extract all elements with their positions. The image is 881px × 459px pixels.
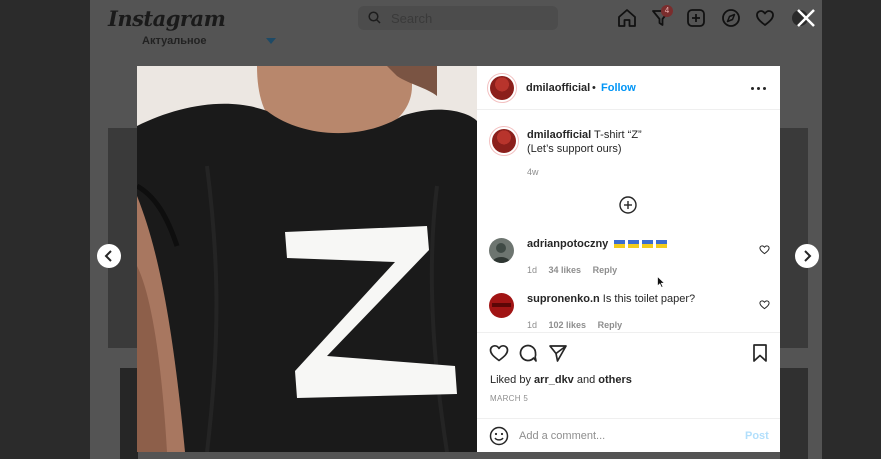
caption-text: dmilaofficial T-shirt “Z” (Let’s support… — [527, 128, 767, 156]
liked-by: Liked by arr_dkv and others — [490, 374, 632, 386]
mouse-cursor-icon — [657, 276, 665, 288]
comment-username[interactable]: supronenko.n — [527, 293, 600, 305]
comment-likes[interactable]: 102 likes — [549, 320, 587, 330]
post-actions: Liked by arr_dkv and others MARCH 5 — [477, 332, 780, 404]
ukraine-flag-icon — [614, 240, 626, 249]
post-header: dmilaofficial • Follow — [477, 66, 780, 110]
new-post-icon[interactable] — [686, 8, 706, 28]
liked-by-others[interactable]: others — [598, 374, 632, 386]
ukraine-flag-icon — [642, 240, 654, 249]
close-icon[interactable] — [794, 6, 818, 30]
chevron-down-icon — [266, 38, 276, 44]
comment-meta: 1d 102 likes Reply — [527, 320, 631, 330]
post-author-username[interactable]: dmilaofficial — [526, 82, 590, 94]
comment-text: supronenko.n Is this toilet paper? — [527, 293, 695, 305]
load-more-comments-icon[interactable] — [619, 196, 637, 214]
comment-body: Is this toilet paper? — [602, 293, 696, 305]
next-post-button[interactable] — [795, 244, 819, 268]
emoji-icon[interactable] — [489, 426, 509, 446]
post-time: 4w — [527, 167, 539, 177]
comment-item: supronenko.n Is this toilet paper? 1d 10… — [489, 293, 774, 333]
search-placeholder: Search — [391, 11, 433, 26]
liked-by-user[interactable]: arr_dkv — [534, 374, 574, 386]
previous-post-button[interactable] — [97, 244, 121, 268]
ukraine-flag-icon — [628, 240, 640, 249]
comment-input[interactable] — [519, 427, 719, 445]
post-details-panel: dmilaofficial • Follow dmilaofficial T-s… — [477, 66, 780, 452]
grid-tile — [780, 128, 808, 348]
comment-text: adrianpotoczny — [527, 238, 668, 250]
heart-icon[interactable] — [759, 244, 770, 255]
avatar[interactable] — [489, 293, 514, 318]
caption-username[interactable]: dmilaofficial — [527, 129, 591, 141]
chevron-right-icon — [804, 250, 812, 262]
liked-by-and: and — [576, 374, 596, 386]
share-icon[interactable] — [548, 343, 568, 363]
grid-tile — [108, 128, 138, 348]
comment-likes[interactable]: 34 likes — [549, 265, 582, 275]
heart-icon[interactable] — [759, 299, 770, 310]
reply-button[interactable]: Reply — [593, 265, 618, 275]
comment-icon[interactable] — [518, 343, 538, 363]
caption-line-2: (Let’s support ours) — [527, 143, 622, 155]
notification-badge: 4 — [661, 5, 673, 17]
comment-meta: 1d 34 likes Reply — [527, 265, 626, 275]
comment-username[interactable]: adrianpotoczny — [527, 238, 608, 250]
caption-line-1: T-shirt “Z” — [594, 129, 642, 141]
bookmark-icon[interactable] — [750, 343, 770, 363]
like-icon[interactable] — [489, 343, 509, 363]
chevron-left-icon — [104, 250, 112, 262]
comment-item: adrianpotoczny 1d 34 likes Reply — [489, 238, 774, 278]
more-options-icon[interactable] — [747, 80, 771, 96]
grid-tile — [120, 368, 138, 459]
separator-dot: • — [592, 82, 596, 94]
avatar[interactable] — [487, 73, 517, 103]
comment-time: 1d — [527, 265, 538, 275]
add-comment-bar: Post — [477, 418, 780, 452]
post-comment-button[interactable]: Post — [745, 430, 769, 442]
reply-button[interactable]: Reply — [598, 320, 623, 330]
post-date: MARCH 5 — [490, 394, 529, 403]
avatar[interactable] — [489, 238, 514, 263]
liked-by-prefix: Liked by — [490, 374, 531, 386]
instagram-logo: Instagram — [108, 6, 226, 31]
tshirt-photo — [137, 66, 477, 452]
grid-tile — [780, 368, 808, 459]
top-navbar: Instagram Search 4 — [90, 0, 822, 36]
search-icon — [368, 11, 381, 24]
follow-button[interactable]: Follow — [601, 82, 636, 94]
story-highlight-label: Актуальное — [142, 35, 207, 47]
ukraine-flag-icon — [656, 240, 668, 249]
explore-icon[interactable] — [721, 8, 741, 28]
post-image[interactable] — [137, 66, 477, 452]
heart-icon[interactable] — [755, 8, 775, 28]
avatar[interactable] — [489, 126, 519, 156]
comment-time: 1d — [527, 320, 538, 330]
search-box[interactable]: Search — [358, 6, 558, 30]
home-icon[interactable] — [617, 8, 637, 28]
